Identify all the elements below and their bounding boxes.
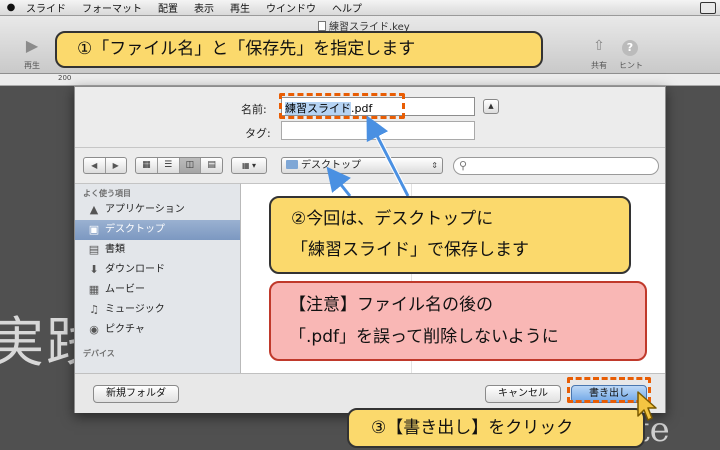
apple-icon[interactable]: ● [4,2,18,13]
sidebar-item-pictures[interactable]: ◉ ピクチャ [75,320,240,340]
sidebar-item-applications[interactable]: ▲ アプリケーション [75,200,240,220]
callout-caution-line2: 「.pdf」を誤って削除しないように [289,327,559,347]
tag-input[interactable] [281,121,475,140]
folder-icon [286,160,298,169]
menu-bar: ● スライド フォーマット 配置 表示 再生 ウインドウ ヘルプ [0,0,720,16]
name-label: 名前: [241,103,267,116]
downloads-icon: ⬇ [89,263,99,276]
history-nav: ◀ ▶ [83,157,127,174]
forward-icon[interactable]: ▶ [104,158,127,173]
menu-view[interactable]: 表示 [186,0,222,15]
share-icon[interactable]: ⇧ [590,38,608,54]
column-view-icon[interactable]: ◫ [178,158,201,173]
sidebar-header-devices: デバイス [83,349,115,358]
share-label: 共有 [591,61,607,70]
play-label: 再生 [24,61,40,70]
location-label: デスクトップ [301,160,361,171]
callout-caution-line1: 【注意】ファイル名の後の [289,295,493,315]
sidebar-item-music[interactable]: ♫ ミュージック [75,300,240,320]
sidebar: よく使う項目 ▲ アプリケーション ▣ デスクトップ ▤ 書類 ⬇ ダウンロード ▦ ムー… [75,183,241,373]
menu-help[interactable]: ヘルプ [324,0,370,15]
icon-view-icon[interactable]: ▦ [136,158,157,173]
sidebar-item-documents[interactable]: ▤ 書類 [75,240,240,260]
documents-icon: ▤ [88,243,100,256]
callout-step1: ①「ファイル名」と「保存先」を指定します [55,31,543,68]
cancel-button[interactable]: キャンセル [485,385,561,403]
tag-label: タグ: [245,127,271,140]
search-input[interactable]: ⚲ [453,157,659,175]
pictures-icon: ◉ [89,323,99,336]
view-mode-selector: ▦ ☰ ◫ ▤ [135,157,223,174]
play-icon[interactable]: ▶ [22,36,42,55]
hint-icon[interactable]: ? [622,40,638,56]
search-icon: ⚲ [459,159,468,172]
sidebar-item-desktop[interactable]: ▣ デスクトップ [75,220,240,240]
menu-slide[interactable]: スライド [18,0,74,15]
document-icon [318,21,326,31]
filename-highlight [279,93,405,119]
airplay-icon[interactable] [700,2,716,14]
coverflow-view-icon[interactable]: ▤ [200,158,222,173]
expand-dialog-button[interactable]: ▲ [483,99,499,114]
callout-step2: ②今回は、デスクトップに 「練習スライド」で保存します [269,196,631,274]
new-folder-button[interactable]: 新規フォルダ [93,385,179,403]
menu-play[interactable]: 再生 [222,0,258,15]
list-view-icon[interactable]: ☰ [156,158,179,173]
divider [75,147,665,148]
back-icon[interactable]: ◀ [84,158,105,173]
menu-window[interactable]: ウインドウ [258,0,324,15]
ruler-mark: 200 [58,74,72,82]
location-select[interactable]: デスクトップ ⇕ [281,157,443,174]
movies-icon: ▦ [88,283,100,296]
arrange-button[interactable]: ▦ ▾ [231,157,267,174]
hint-label: ヒント [619,61,643,70]
menu-arrange[interactable]: 配置 [150,0,186,15]
ruler: 200 [0,74,720,86]
callout-step3: ③【書き出し】をクリック [347,408,645,448]
callout-caution: 【注意】ファイル名の後の 「.pdf」を誤って削除しないように [269,281,647,361]
music-icon: ♫ [89,303,99,316]
sidebar-item-movies[interactable]: ▦ ムービー [75,280,240,300]
callout-step2-line2: 「練習スライド」で保存します [291,240,529,260]
sidebar-header-favorites: よく使う項目 [83,189,131,198]
pointer-cursor-icon [637,391,657,421]
chevron-updown-icon: ⇕ [431,161,438,170]
callout-step2-line1: ②今回は、デスクトップに [291,209,494,229]
applications-icon: ▲ [89,203,99,216]
menu-format[interactable]: フォーマット [74,0,150,15]
desktop-icon: ▣ [88,223,100,236]
sidebar-item-downloads[interactable]: ⬇ ダウンロード [75,260,240,280]
